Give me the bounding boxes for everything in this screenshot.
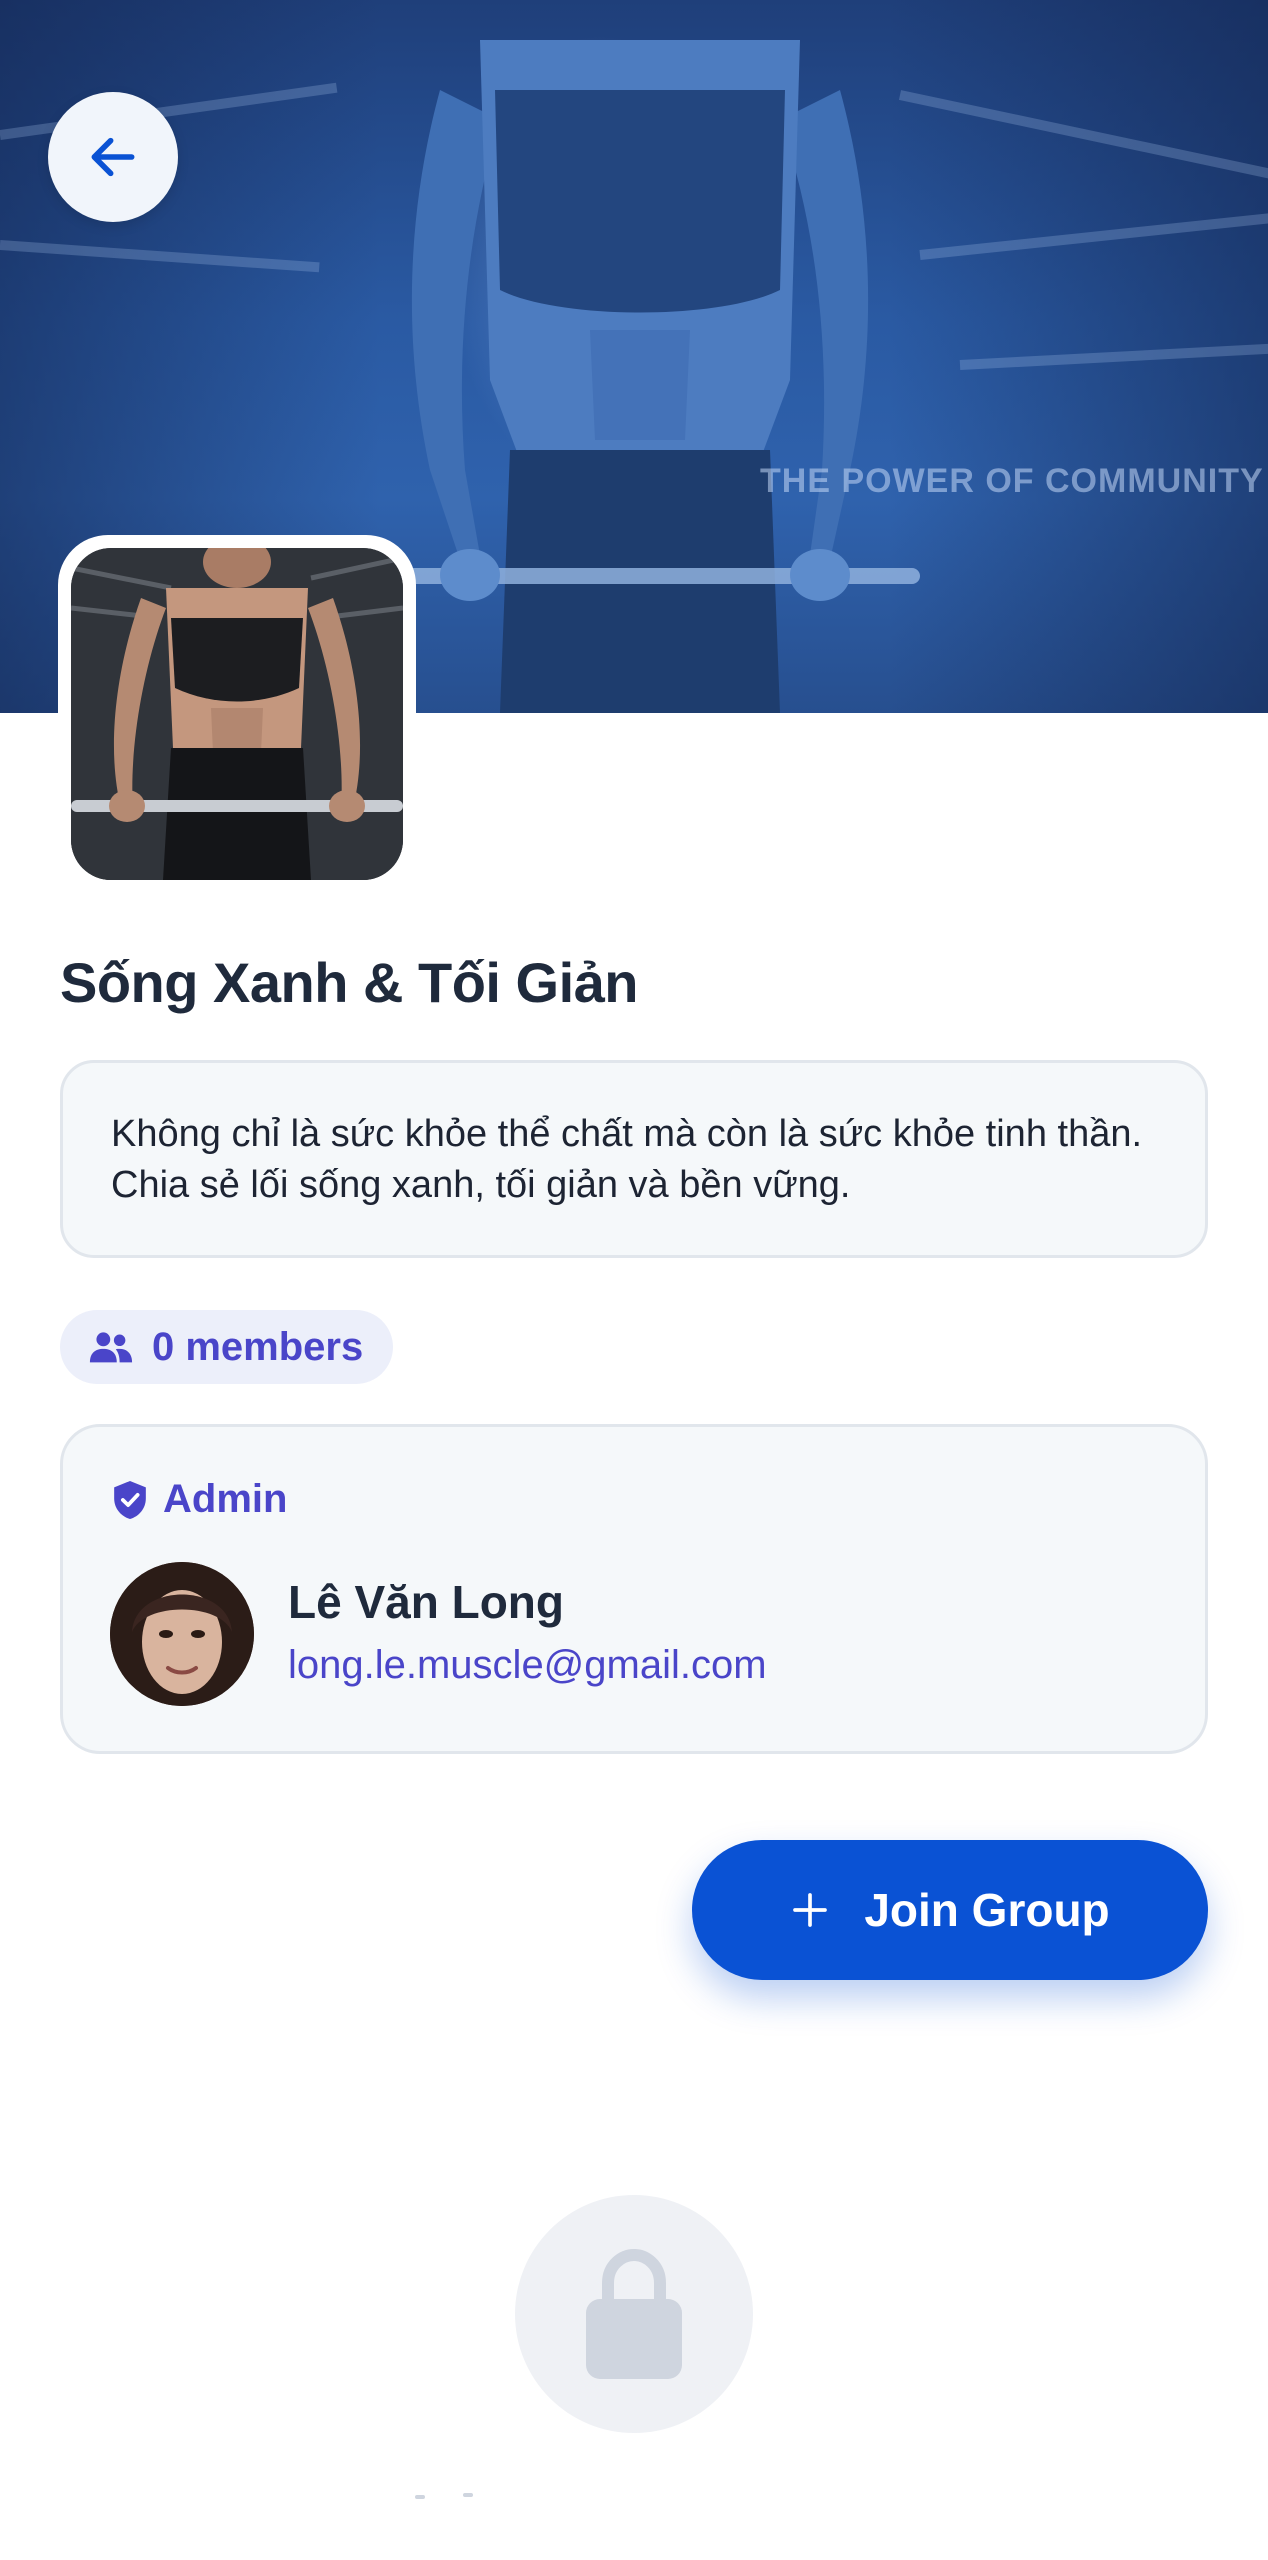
join-group-label: Join Group	[864, 1884, 1110, 1936]
admin-avatar[interactable]	[110, 1562, 254, 1706]
group-description: Không chỉ là sức khỏe thể chất mà còn là…	[111, 1113, 1143, 1206]
locked-content-indicator	[515, 2195, 753, 2433]
admin-label: Admin	[163, 1477, 288, 1521]
admin-card: Admin Lê Văn Long long.le.muscle@gmail.c…	[60, 1424, 1208, 1754]
cover-text: THE POWER OF COMMUNITY	[760, 462, 1264, 500]
group-people-icon	[89, 1332, 133, 1363]
group-avatar-image	[71, 548, 403, 880]
avatar-athlete-illustration	[71, 548, 403, 880]
admin-name: Lê Văn Long	[288, 1576, 564, 1628]
back-button[interactable]	[48, 92, 178, 222]
members-count-label: 0 members	[152, 1324, 364, 1369]
plus-icon	[793, 1893, 828, 1927]
description-card: Không chỉ là sức khỏe thể chất mà còn là…	[60, 1060, 1208, 1258]
cropped-text-fragment	[415, 2493, 473, 2499]
admin-portrait	[110, 1562, 254, 1706]
lock-icon	[586, 2248, 682, 2379]
admin-email-link[interactable]: long.le.muscle@gmail.com	[288, 1643, 767, 1688]
join-group-button[interactable]: Join Group	[692, 1840, 1208, 1980]
cover-athlete-illustration	[360, 40, 920, 713]
group-avatar	[58, 535, 416, 893]
admin-label-row: Admin	[111, 1477, 287, 1522]
shield-check-icon	[114, 1480, 146, 1519]
arrow-left-icon	[91, 137, 135, 177]
members-count-badge[interactable]: 0 members	[60, 1310, 394, 1384]
group-title: Sống Xanh & Tối Giản	[60, 951, 639, 1014]
